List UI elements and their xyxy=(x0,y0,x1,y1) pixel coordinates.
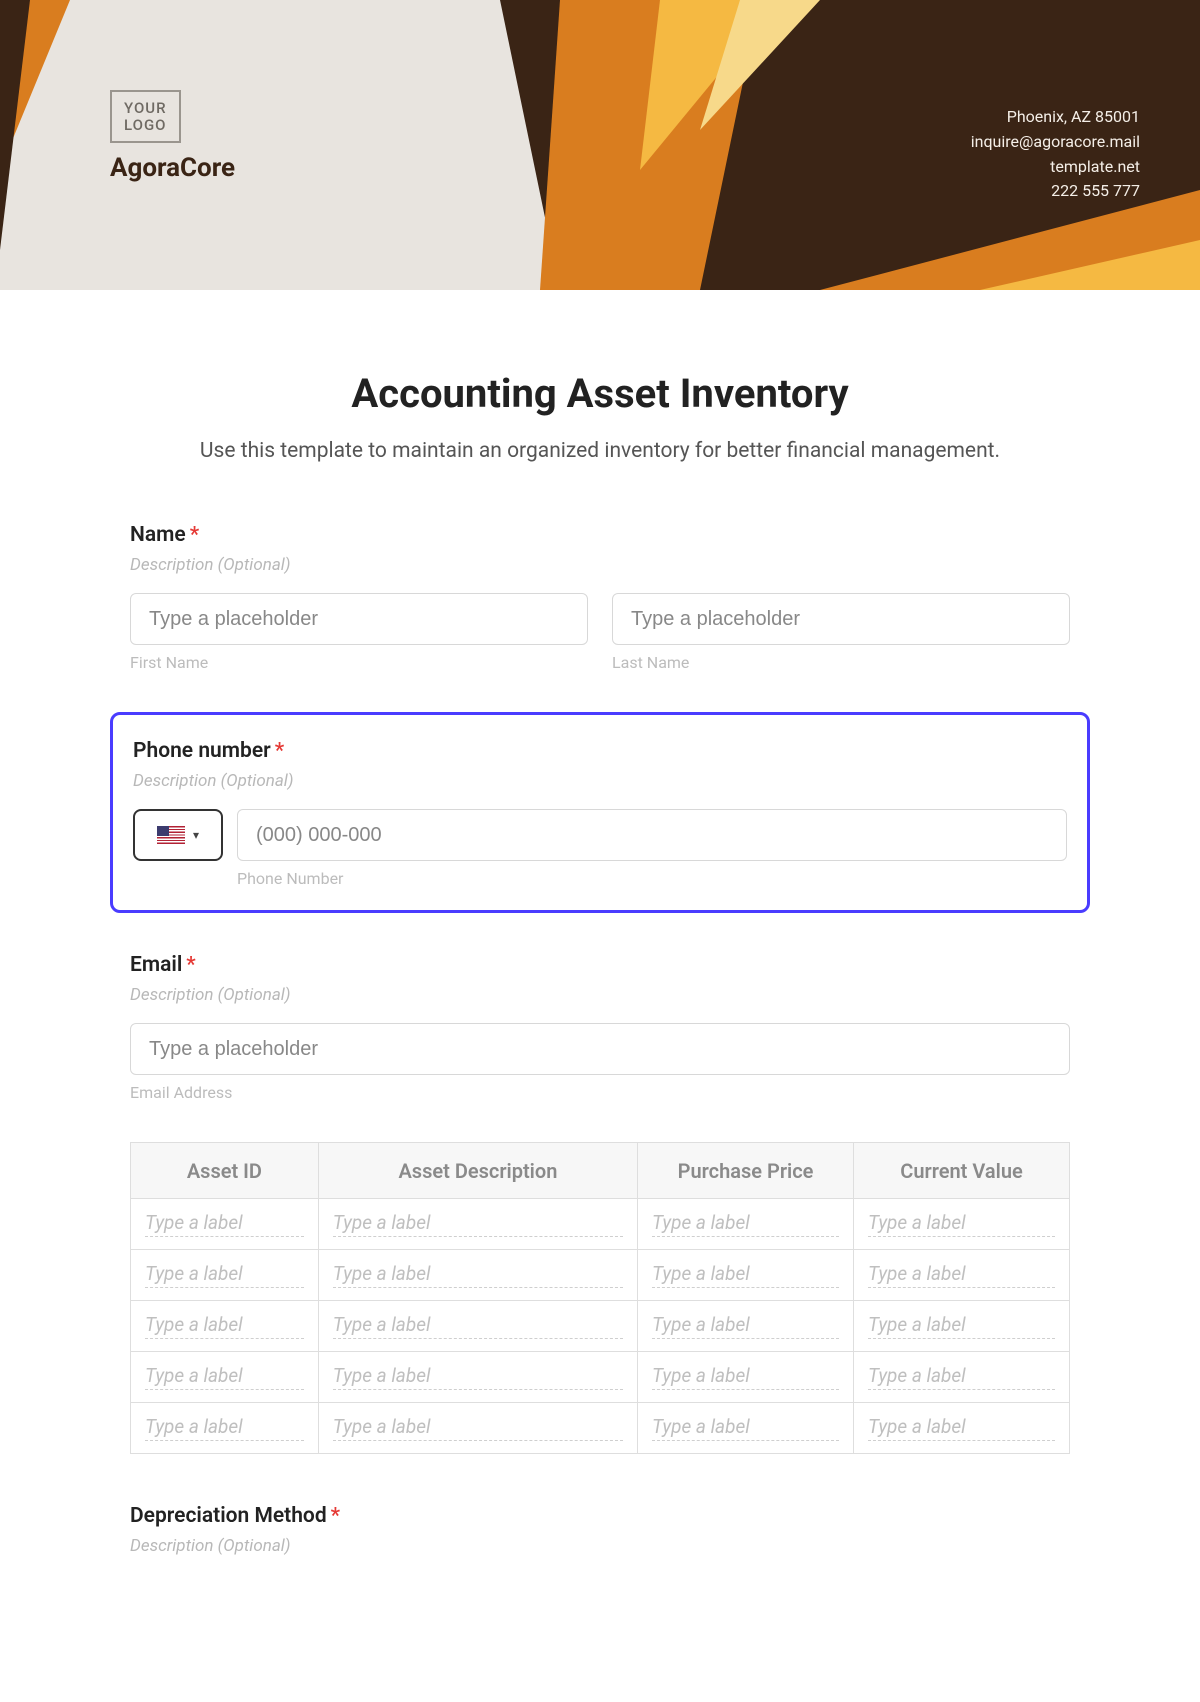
cell-placeholder: Type a label xyxy=(333,1313,623,1339)
col-current-value: Current Value xyxy=(854,1143,1070,1199)
us-flag-icon xyxy=(157,826,185,844)
email-field-group: Email* Description (Optional) Email Addr… xyxy=(130,953,1070,1102)
table-cell[interactable]: Type a label xyxy=(318,1352,637,1403)
name-label: Name* xyxy=(130,523,1070,547)
page-title: Accounting Asset Inventory xyxy=(130,370,1070,417)
page-subtitle: Use this template to maintain an organiz… xyxy=(130,439,1070,463)
email-label: Email* xyxy=(130,953,1070,977)
cell-placeholder: Type a label xyxy=(652,1415,839,1441)
cell-placeholder: Type a label xyxy=(333,1415,623,1441)
email-sublabel: Email Address xyxy=(130,1083,1070,1102)
last-name-sublabel: Last Name xyxy=(612,653,1070,672)
table-row: Type a label Type a label Type a label Type… xyxy=(131,1199,1070,1250)
table-cell[interactable]: Type a label xyxy=(638,1199,854,1250)
table-cell[interactable]: Type a label xyxy=(131,1403,319,1454)
logo-line1: YOUR xyxy=(124,100,167,117)
chevron-down-icon: ▾ xyxy=(193,828,199,842)
email-input[interactable] xyxy=(130,1023,1070,1075)
contact-email: inquire@agoracore.mail xyxy=(971,130,1140,155)
table-row: Type a label Type a label Type a label Type… xyxy=(131,1301,1070,1352)
country-code-select[interactable]: ▾ xyxy=(133,809,223,861)
table-cell[interactable]: Type a label xyxy=(318,1403,637,1454)
table-cell[interactable]: Type a label xyxy=(638,1403,854,1454)
phone-number-input[interactable] xyxy=(237,809,1067,861)
form-content: Accounting Asset Inventory Use this temp… xyxy=(0,290,1200,1614)
contact-address: Phoenix, AZ 85001 xyxy=(971,105,1140,130)
table-row: Type a label Type a label Type a label Type… xyxy=(131,1352,1070,1403)
cell-placeholder: Type a label xyxy=(145,1313,304,1339)
name-description[interactable]: Description (Optional) xyxy=(130,555,1070,575)
cell-placeholder: Type a label xyxy=(868,1313,1055,1339)
name-field-group: Name* Description (Optional) First Name … xyxy=(130,523,1070,672)
table-cell[interactable]: Type a label xyxy=(638,1301,854,1352)
table-cell[interactable]: Type a label xyxy=(854,1352,1070,1403)
table-cell[interactable]: Type a label xyxy=(318,1301,637,1352)
cell-placeholder: Type a label xyxy=(868,1262,1055,1288)
col-asset-id: Asset ID xyxy=(131,1143,319,1199)
col-purchase-price: Purchase Price xyxy=(638,1143,854,1199)
contact-phone: 222 555 777 xyxy=(971,179,1140,204)
cell-placeholder: Type a label xyxy=(145,1415,304,1441)
phone-field-group[interactable]: Phone number* Description (Optional) ▾ P… xyxy=(110,712,1090,913)
contact-info: Phoenix, AZ 85001 inquire@agoracore.mail… xyxy=(971,105,1140,204)
table-header-row: Asset ID Asset Description Purchase Pric… xyxy=(131,1143,1070,1199)
table-cell[interactable]: Type a label xyxy=(854,1301,1070,1352)
table-cell[interactable]: Type a label xyxy=(131,1250,319,1301)
table-cell[interactable]: Type a label xyxy=(131,1301,319,1352)
table-cell[interactable]: Type a label xyxy=(638,1352,854,1403)
required-mark: * xyxy=(275,739,284,763)
table-cell[interactable]: Type a label xyxy=(854,1250,1070,1301)
table-row: Type a label Type a label Type a label Type… xyxy=(131,1403,1070,1454)
depreciation-description[interactable]: Description (Optional) xyxy=(130,1536,1070,1556)
logo-block: YOUR LOGO AgoraCore xyxy=(110,90,235,183)
phone-label: Phone number* xyxy=(133,739,1067,763)
cell-placeholder: Type a label xyxy=(145,1262,304,1288)
depreciation-field-group: Depreciation Method* Description (Option… xyxy=(130,1504,1070,1556)
page-header: YOUR LOGO AgoraCore Phoenix, AZ 85001 in… xyxy=(0,0,1200,290)
asset-table-body: Type a label Type a label Type a label Type… xyxy=(131,1199,1070,1454)
cell-placeholder: Type a label xyxy=(333,1262,623,1288)
table-cell[interactable]: Type a label xyxy=(131,1199,319,1250)
cell-placeholder: Type a label xyxy=(868,1415,1055,1441)
cell-placeholder: Type a label xyxy=(652,1313,839,1339)
asset-table: Asset ID Asset Description Purchase Pric… xyxy=(130,1142,1070,1454)
depreciation-label: Depreciation Method* xyxy=(130,1504,1070,1528)
cell-placeholder: Type a label xyxy=(145,1211,304,1237)
cell-placeholder: Type a label xyxy=(652,1262,839,1288)
brand-name: AgoraCore xyxy=(110,153,235,183)
required-mark: * xyxy=(190,523,199,547)
table-row: Type a label Type a label Type a label Type… xyxy=(131,1250,1070,1301)
cell-placeholder: Type a label xyxy=(868,1364,1055,1390)
cell-placeholder: Type a label xyxy=(333,1211,623,1237)
phone-sublabel: Phone Number xyxy=(237,869,1067,888)
cell-placeholder: Type a label xyxy=(868,1211,1055,1237)
email-description[interactable]: Description (Optional) xyxy=(130,985,1070,1005)
cell-placeholder: Type a label xyxy=(145,1364,304,1390)
table-cell[interactable]: Type a label xyxy=(131,1352,319,1403)
cell-placeholder: Type a label xyxy=(333,1364,623,1390)
table-cell[interactable]: Type a label xyxy=(854,1199,1070,1250)
table-cell[interactable]: Type a label xyxy=(318,1199,637,1250)
first-name-sublabel: First Name xyxy=(130,653,588,672)
table-cell[interactable]: Type a label xyxy=(638,1250,854,1301)
contact-site: template.net xyxy=(971,155,1140,180)
table-cell[interactable]: Type a label xyxy=(318,1250,637,1301)
logo-placeholder: YOUR LOGO xyxy=(110,90,181,143)
col-asset-desc: Asset Description xyxy=(318,1143,637,1199)
required-mark: * xyxy=(331,1504,340,1528)
logo-line2: LOGO xyxy=(124,117,167,134)
required-mark: * xyxy=(186,953,195,977)
last-name-input[interactable] xyxy=(612,593,1070,645)
cell-placeholder: Type a label xyxy=(652,1364,839,1390)
table-cell[interactable]: Type a label xyxy=(854,1403,1070,1454)
cell-placeholder: Type a label xyxy=(652,1211,839,1237)
first-name-input[interactable] xyxy=(130,593,588,645)
phone-description[interactable]: Description (Optional) xyxy=(133,771,1067,791)
